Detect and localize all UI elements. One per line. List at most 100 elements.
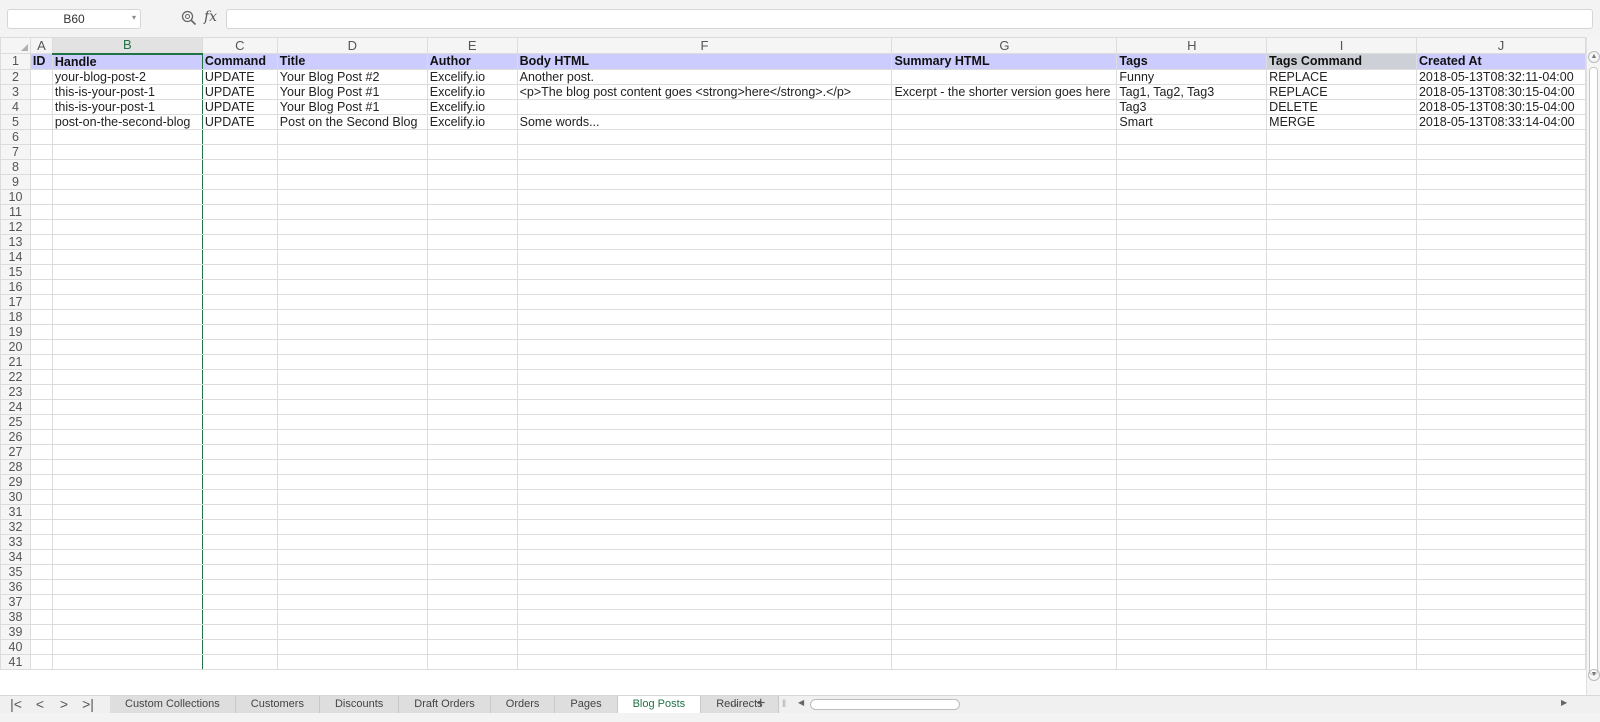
grid-cell[interactable] — [29, 368, 53, 385]
grid-cell[interactable] — [1415, 263, 1586, 280]
grid-cell[interactable] — [1415, 173, 1586, 190]
grid-cell[interactable] — [1415, 233, 1586, 250]
grid-cell[interactable] — [51, 533, 203, 550]
spreadsheet-grid[interactable]: ABCDEFGHIJ 1 ID Handle Command Title Author Bo… — [0, 37, 1586, 695]
grid-cell[interactable] — [516, 143, 893, 160]
grid-cell[interactable] — [201, 218, 278, 235]
grid-cell[interactable] — [29, 278, 53, 295]
grid-cell[interactable] — [276, 218, 428, 235]
grid-cell[interactable] — [51, 653, 203, 670]
grid-cell[interactable] — [891, 473, 1118, 490]
grid-cell[interactable] — [891, 428, 1118, 445]
grid-cell[interactable]: 2018-05-13T08:30:15-04:00 — [1415, 83, 1586, 100]
grid-cell[interactable] — [891, 218, 1118, 235]
grid-cell[interactable] — [891, 323, 1118, 340]
grid-cell[interactable] — [1116, 413, 1268, 430]
column-header[interactable]: A — [29, 37, 53, 54]
row-header[interactable]: 11 — [0, 203, 31, 220]
grid-cell[interactable] — [1116, 443, 1268, 460]
grid-cell[interactable] — [426, 338, 518, 355]
grid-cell[interactable] — [29, 338, 53, 355]
grid-cell[interactable] — [426, 383, 518, 400]
grid-cell[interactable] — [426, 353, 518, 370]
grid-cell[interactable] — [1415, 218, 1586, 235]
grid-cell[interactable] — [1415, 323, 1586, 340]
grid-cell[interactable] — [1266, 203, 1417, 220]
grid-cell[interactable] — [426, 413, 518, 430]
grid-cell[interactable] — [29, 398, 53, 415]
grid-cell[interactable] — [516, 173, 893, 190]
grid-cell[interactable] — [276, 128, 428, 145]
grid-cell[interactable] — [1266, 368, 1417, 385]
formula-input[interactable] — [226, 9, 1593, 29]
grid-cell[interactable] — [276, 518, 428, 535]
grid-cell[interactable] — [29, 428, 53, 445]
grid-cell[interactable] — [201, 278, 278, 295]
grid-cell[interactable] — [516, 278, 893, 295]
grid-cell[interactable] — [1415, 308, 1586, 325]
grid-cell[interactable] — [516, 158, 893, 175]
grid-cell[interactable] — [516, 413, 893, 430]
grid-cell[interactable] — [1415, 623, 1586, 640]
grid-cell[interactable] — [426, 368, 518, 385]
grid-cell[interactable] — [891, 608, 1118, 625]
grid-cell[interactable] — [426, 638, 518, 655]
grid-cell[interactable] — [1415, 518, 1586, 535]
grid-cell[interactable] — [29, 83, 53, 100]
row-header[interactable]: 14 — [0, 248, 31, 265]
grid-cell[interactable] — [516, 398, 893, 415]
row-header[interactable]: 16 — [0, 278, 31, 295]
grid-cell[interactable] — [276, 548, 428, 565]
grid-cell[interactable] — [51, 293, 203, 310]
grid-cell[interactable] — [1116, 608, 1268, 625]
grid-cell[interactable]: this-is-your-post-1 — [51, 98, 203, 115]
grid-cell[interactable] — [1116, 323, 1268, 340]
grid-cell[interactable] — [516, 368, 893, 385]
grid-cell[interactable] — [276, 533, 428, 550]
grid-cell[interactable] — [516, 548, 893, 565]
grid-cell[interactable] — [1415, 128, 1586, 145]
grid-cell[interactable] — [1266, 383, 1417, 400]
grid-cell[interactable]: UPDATE — [201, 113, 278, 130]
grid-cell[interactable] — [201, 188, 278, 205]
grid-cell[interactable]: Excelify.io — [426, 113, 518, 130]
grid-cell[interactable] — [516, 248, 893, 265]
grid-cell[interactable] — [201, 128, 278, 145]
grid-cell[interactable] — [201, 383, 278, 400]
grid-cell[interactable] — [51, 473, 203, 490]
grid-cell[interactable] — [1415, 578, 1586, 595]
grid-cell[interactable] — [276, 458, 428, 475]
grid-cell[interactable] — [891, 443, 1118, 460]
grid-cell[interactable] — [201, 653, 278, 670]
grid-cell[interactable] — [29, 653, 53, 670]
column-header[interactable]: G — [891, 37, 1118, 54]
grid-cell[interactable]: Excerpt - the shorter version goes here — [891, 83, 1118, 100]
grid-cell[interactable] — [1116, 488, 1268, 505]
grid-cell[interactable] — [201, 608, 278, 625]
grid-cell[interactable] — [276, 623, 428, 640]
scroll-right-icon[interactable]: ▶ — [1561, 698, 1567, 707]
prev-sheet-icon[interactable]: < — [30, 696, 50, 713]
grid-cell[interactable] — [426, 398, 518, 415]
grid-cell[interactable] — [1266, 443, 1417, 460]
row-header[interactable]: 31 — [0, 503, 31, 520]
row-header[interactable]: 10 — [0, 188, 31, 205]
grid-cell[interactable] — [51, 413, 203, 430]
grid-cell[interactable] — [1415, 383, 1586, 400]
grid-cell[interactable] — [891, 518, 1118, 535]
grid-cell[interactable] — [1415, 398, 1586, 415]
grid-cell[interactable]: Another post. — [516, 68, 893, 85]
grid-cell[interactable] — [1116, 368, 1268, 385]
zoom-icon[interactable] — [181, 10, 197, 26]
row-header[interactable]: 23 — [0, 383, 31, 400]
row-header[interactable]: 33 — [0, 533, 31, 550]
grid-cell[interactable] — [1116, 578, 1268, 595]
grid-cell[interactable] — [51, 158, 203, 175]
grid-cell[interactable] — [1415, 638, 1586, 655]
grid-cell[interactable]: Excelify.io — [426, 83, 518, 100]
grid-cell[interactable] — [426, 563, 518, 580]
grid-cell[interactable] — [891, 563, 1118, 580]
column-header[interactable]: C — [201, 37, 278, 54]
grid-cell[interactable] — [29, 638, 53, 655]
row-header[interactable]: 19 — [0, 323, 31, 340]
